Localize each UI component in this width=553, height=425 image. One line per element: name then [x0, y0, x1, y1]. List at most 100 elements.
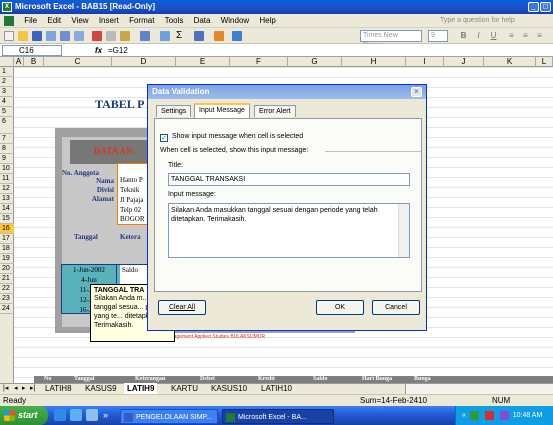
row-header[interactable]: 5: [0, 107, 14, 117]
title-input[interactable]: TANGGAL TRANSAKSI: [168, 173, 410, 186]
row-header[interactable]: 18: [0, 244, 14, 254]
menu-tools[interactable]: Tools: [161, 14, 188, 28]
security-icon[interactable]: [484, 410, 494, 420]
column-header-c[interactable]: C: [44, 57, 112, 67]
cancel-button[interactable]: Cancel: [372, 300, 420, 315]
help-search-input[interactable]: Type a question for help: [440, 16, 525, 26]
media-player-icon[interactable]: [86, 409, 98, 421]
sheet-tab-latih8[interactable]: LATIH8: [42, 383, 75, 394]
chart-wizard-icon[interactable]: [214, 31, 224, 41]
clear-all-button[interactable]: Clear All: [158, 300, 206, 315]
font-name-select[interactable]: Times New Roman: [360, 30, 422, 49]
ok-button[interactable]: OK: [316, 300, 364, 315]
row-header[interactable]: 24: [0, 304, 14, 314]
formula-input[interactable]: =G12: [108, 45, 128, 56]
permission-icon[interactable]: [46, 31, 56, 41]
autosum-icon[interactable]: Σ: [176, 31, 186, 41]
column-header-f[interactable]: F: [230, 57, 288, 67]
network-icon[interactable]: [469, 410, 479, 420]
sort-ascending-icon[interactable]: [194, 31, 204, 41]
column-header-h[interactable]: H: [342, 57, 406, 67]
bold-button[interactable]: B: [458, 30, 469, 42]
align-left-icon[interactable]: ≡: [506, 30, 517, 42]
row-header[interactable]: 11: [0, 174, 14, 184]
last-sheet-icon[interactable]: ▸|: [30, 385, 35, 393]
clock[interactable]: 10:48 AM: [513, 412, 543, 419]
new-icon[interactable]: [4, 31, 14, 41]
column-header-g[interactable]: G: [288, 57, 342, 67]
help-icon[interactable]: [232, 31, 242, 41]
prev-sheet-icon[interactable]: ◂: [14, 385, 18, 393]
taskbar-button-pengelolaan[interactable]: PENGELOLAAN SIMP...: [120, 409, 218, 424]
row-header[interactable]: 17: [0, 234, 14, 244]
row-header[interactable]: 12: [0, 184, 14, 194]
dialog-close-icon[interactable]: ×: [411, 87, 422, 97]
minimize-button[interactable]: _: [528, 2, 539, 12]
row-header[interactable]: 23: [0, 294, 14, 304]
show-message-label[interactable]: Show input message when cell is selected: [172, 133, 303, 140]
column-header-j[interactable]: J: [444, 57, 484, 67]
row-header[interactable]: 21: [0, 274, 14, 284]
message-scrollbar[interactable]: [398, 204, 409, 257]
open-icon[interactable]: [18, 31, 28, 41]
row-header[interactable]: 10: [0, 164, 14, 174]
sheet-tab-kasus9[interactable]: KASUS9: [82, 383, 120, 394]
row-header[interactable]: 15: [0, 214, 14, 224]
cut-icon[interactable]: [92, 31, 102, 41]
tab-input-message[interactable]: Input Message: [194, 103, 250, 118]
column-header-b[interactable]: B: [24, 57, 44, 67]
table-row[interactable]: 1-Jun-2002 Saldo: [62, 265, 158, 275]
row-header[interactable]: 13: [0, 194, 14, 204]
column-header-a[interactable]: A: [14, 57, 24, 67]
menu-help[interactable]: Help: [255, 14, 279, 28]
row-header[interactable]: 3: [0, 87, 14, 97]
row-header[interactable]: 2: [0, 77, 14, 87]
menu-edit[interactable]: Edit: [43, 14, 65, 28]
show-message-checkbox[interactable]: ✓: [160, 134, 168, 142]
fx-icon[interactable]: fx: [95, 45, 102, 56]
paste-icon[interactable]: [120, 31, 130, 41]
quicklaunch-chevron[interactable]: »: [103, 409, 108, 421]
row-header[interactable]: 20: [0, 264, 14, 274]
tab-error-alert[interactable]: Error Alert: [254, 105, 296, 117]
table-cell-date[interactable]: 1-Jun-2002: [62, 265, 117, 275]
first-sheet-icon[interactable]: |◂: [3, 385, 8, 393]
save-icon[interactable]: [32, 31, 42, 41]
menu-format[interactable]: Format: [125, 14, 158, 28]
row-header-active[interactable]: 16: [0, 224, 14, 234]
menu-insert[interactable]: Insert: [95, 14, 123, 28]
internet-explorer-icon[interactable]: [54, 409, 66, 421]
italic-button[interactable]: I: [473, 30, 484, 42]
font-size-select[interactable]: 9: [428, 30, 448, 42]
underline-button[interactable]: U: [488, 30, 499, 42]
row-header[interactable]: 1: [0, 67, 14, 77]
row-header[interactable]: 19: [0, 254, 14, 264]
taskbar-button-excel[interactable]: Microsoft Excel - BA...: [222, 409, 334, 424]
row-header[interactable]: 14: [0, 204, 14, 214]
menu-window[interactable]: Window: [217, 14, 253, 28]
print-icon[interactable]: [60, 31, 70, 41]
next-sheet-icon[interactable]: ▸: [22, 385, 26, 393]
column-header-d[interactable]: D: [112, 57, 176, 67]
align-right-icon[interactable]: ≡: [534, 30, 545, 42]
menu-data[interactable]: Data: [190, 14, 215, 28]
row-header[interactable]: 7: [0, 134, 14, 144]
select-all-corner[interactable]: [0, 57, 14, 67]
horizontal-scrollbar[interactable]: [405, 384, 553, 394]
sheet-tab-kartu[interactable]: KARTU: [168, 383, 201, 394]
name-box[interactable]: C16: [2, 45, 62, 56]
hyperlink-icon[interactable]: [160, 31, 170, 41]
message-textarea[interactable]: Silakan Anda masukkan tanggal sesuai den…: [168, 203, 410, 258]
dialog-title-bar[interactable]: Data Validation: [148, 85, 426, 99]
row-header[interactable]: 8: [0, 144, 14, 154]
column-header-i[interactable]: I: [406, 57, 444, 67]
show-desktop-icon[interactable]: [70, 409, 82, 421]
menu-view[interactable]: View: [67, 14, 92, 28]
column-header-e[interactable]: E: [176, 57, 230, 67]
document-icon[interactable]: [4, 16, 14, 26]
column-header-l[interactable]: L: [536, 57, 553, 67]
row-header[interactable]: 22: [0, 284, 14, 294]
row-header[interactable]: 9: [0, 154, 14, 164]
sheet-tab-latih9[interactable]: LATIH9: [124, 383, 158, 394]
restore-button[interactable]: ◻: [540, 2, 551, 12]
